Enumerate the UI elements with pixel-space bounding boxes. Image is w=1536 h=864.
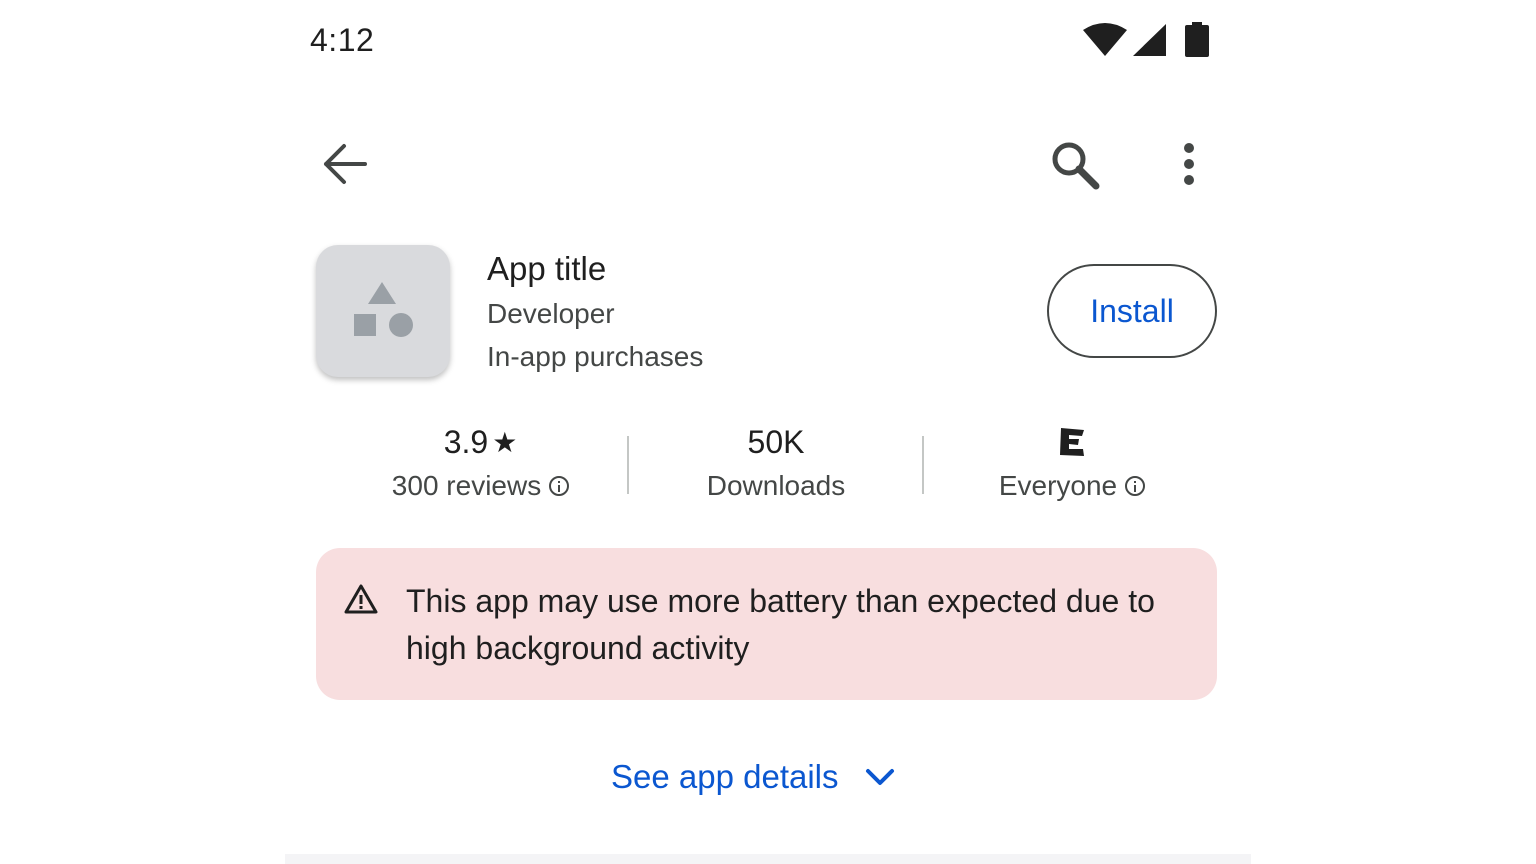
app-icon xyxy=(316,245,450,377)
reviews-label: 300 reviews xyxy=(391,470,542,501)
more-options-button[interactable] xyxy=(1181,142,1197,186)
info-icon[interactable] xyxy=(549,476,570,496)
install-button[interactable]: Install xyxy=(1047,264,1217,358)
content-rating-row: Everyone xyxy=(983,470,1161,502)
downloads-value: 50K xyxy=(747,423,805,460)
more-vert-icon xyxy=(1184,143,1194,185)
back-arrow-icon xyxy=(324,144,367,184)
content-rating-badge-row xyxy=(983,422,1161,462)
bottom-strip xyxy=(285,854,1251,864)
rating-value: 3.9 xyxy=(443,423,489,460)
app-developer[interactable]: Developer xyxy=(487,298,615,330)
downloads-stat: 50K Downloads xyxy=(685,422,867,502)
status-time: 4:12 xyxy=(310,22,375,58)
stat-divider xyxy=(627,436,629,494)
content-rating-label: Everyone xyxy=(998,470,1118,501)
downloads-label: Downloads xyxy=(706,470,846,501)
search-icon xyxy=(1052,142,1100,190)
shapes-placeholder-icon xyxy=(354,282,413,337)
content-rating-stat[interactable]: Everyone xyxy=(983,422,1161,502)
reviews-row: 300 reviews xyxy=(373,470,588,502)
back-button[interactable] xyxy=(323,143,367,185)
in-app-purchases-label: In-app purchases xyxy=(487,341,704,372)
warning-icon xyxy=(344,584,378,614)
star-icon: ★ xyxy=(492,426,518,458)
battery-warning-banner: This app may use more battery than expec… xyxy=(316,548,1217,700)
rating-stat[interactable]: 3.9 ★ 300 reviews xyxy=(373,422,588,502)
search-button[interactable] xyxy=(1050,140,1100,190)
wifi-icon xyxy=(1083,23,1127,56)
see-app-details-button[interactable]: See app details xyxy=(611,752,895,802)
see-app-details-label: See app details xyxy=(611,758,839,795)
rating-value-row: 3.9 ★ xyxy=(373,422,588,462)
esrb-everyone-icon xyxy=(1060,428,1084,456)
app-title: App title xyxy=(487,250,607,287)
chevron-down-icon xyxy=(865,769,894,785)
info-icon[interactable] xyxy=(1125,476,1146,496)
cellular-signal-icon xyxy=(1133,24,1166,56)
stat-divider xyxy=(922,436,924,494)
battery-icon xyxy=(1185,22,1209,57)
app-detail-screen: 4:12 App title Developer In-app purchase… xyxy=(285,0,1251,864)
warning-text: This app may use more battery than expec… xyxy=(406,583,1155,666)
